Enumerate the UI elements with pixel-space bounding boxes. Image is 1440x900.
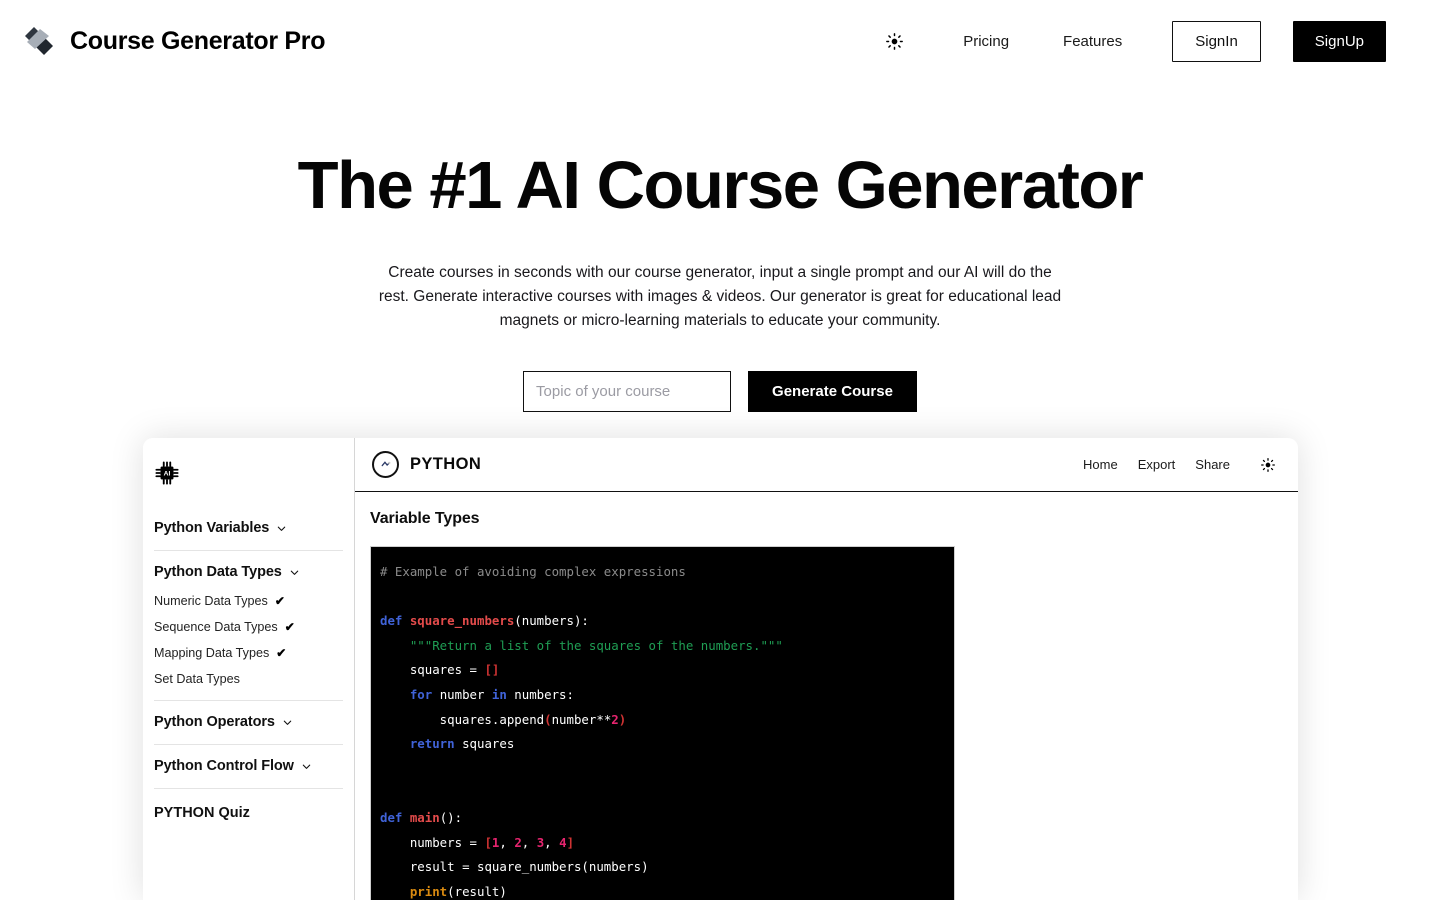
- sidebar-subitem[interactable]: Sequence Data Types ✔: [154, 620, 343, 634]
- preview-sidebar: AI Python Variables Python Data Types Nume…: [143, 438, 355, 900]
- svg-text:AI: AI: [164, 470, 171, 477]
- generate-course-button[interactable]: Generate Course: [748, 371, 917, 412]
- sidebar-group-label: Python Operators: [154, 714, 275, 730]
- sidebar-subitem[interactable]: Set Data Types: [154, 672, 343, 686]
- nav-link-features[interactable]: Features: [1047, 25, 1138, 58]
- python-badge-icon: [372, 451, 399, 478]
- check-icon: ✔: [276, 646, 287, 660]
- sidebar-group-label: Python Variables: [154, 520, 270, 536]
- sidebar-group-header[interactable]: Python Data Types: [154, 564, 343, 580]
- page-title: The #1 AI Course Generator: [297, 148, 1144, 223]
- topic-input[interactable]: [523, 371, 732, 412]
- signup-button[interactable]: SignUp: [1292, 20, 1386, 62]
- check-icon: ✔: [274, 594, 285, 608]
- sidebar-group: Python Data Types Numeric Data Types ✔ Sequ…: [154, 551, 343, 701]
- course-preview-window: AI Python Variables Python Data Types Nume…: [143, 438, 1298, 900]
- sidebar-subitem-label: Mapping Data Types: [154, 646, 270, 660]
- chevron-down-icon: [277, 526, 286, 531]
- pv-nav-export[interactable]: Export: [1138, 457, 1176, 472]
- sun-icon[interactable]: [877, 24, 911, 58]
- sidebar-group-header[interactable]: Python Operators: [154, 714, 343, 730]
- sun-icon[interactable]: [1258, 455, 1278, 475]
- chevron-down-icon: [290, 570, 299, 575]
- code-line: result = square_numbers(numbers): [380, 859, 649, 875]
- code-line: for number in numbers:: [409, 686, 574, 702]
- sidebar-subitem-label: Numeric Data Types: [154, 594, 268, 608]
- sidebar-item-quiz[interactable]: PYTHON Quiz: [154, 789, 343, 821]
- code-line: """Return a list of the squares of the n…: [409, 637, 783, 653]
- brand-name: Course Generator Pro: [70, 26, 326, 55]
- sidebar-group: Python Operators: [154, 701, 343, 745]
- hero-subtitle: Create courses in seconds with our cours…: [378, 264, 1062, 329]
- preview-main: PYTHON Home Export Share Variable Types …: [355, 438, 1298, 900]
- ai-chip-icon: AI: [155, 461, 179, 485]
- content-section-heading: Variable Types: [370, 510, 480, 527]
- preview-topbar: PYTHON Home Export Share: [355, 438, 1298, 492]
- nav-link-pricing[interactable]: Pricing: [947, 25, 1025, 58]
- sidebar-group-header[interactable]: Python Control Flow: [154, 758, 343, 774]
- sidebar-group-label: Python Data Types: [154, 564, 282, 580]
- code-line: print(result): [409, 883, 507, 899]
- hero-section: The #1 AI Course Generator Create course…: [0, 82, 1440, 412]
- sidebar-group-header[interactable]: Python Variables: [154, 520, 343, 536]
- sidebar-group-list: Python Variables Python Data Types Numeric…: [154, 507, 343, 789]
- nav-right-cluster: Pricing Features SignIn SignUp: [877, 20, 1386, 62]
- logo-diamond-icon: [25, 27, 53, 55]
- sidebar-subitem-label: Sequence Data Types: [154, 620, 278, 634]
- code-line: squares = []: [380, 662, 500, 678]
- sidebar-subitem[interactable]: Numeric Data Types ✔: [154, 594, 343, 608]
- course-generator-form: Generate Course: [0, 371, 1440, 412]
- chevron-down-icon: [283, 720, 292, 725]
- code-line: def main():: [380, 809, 463, 825]
- check-icon: ✔: [284, 620, 295, 634]
- sidebar-group: Python Control Flow: [154, 745, 343, 789]
- code-line: # Example of avoiding complex expression…: [380, 564, 686, 579]
- signin-button[interactable]: SignIn: [1172, 20, 1261, 62]
- code-line: return squares: [409, 736, 515, 752]
- pv-nav-share[interactable]: Share: [1195, 457, 1230, 472]
- code-block: # Example of avoiding complex expression…: [370, 546, 955, 900]
- code-line: def square_numbers(numbers):: [380, 613, 589, 629]
- preview-course-title: PYTHON: [410, 455, 482, 473]
- preview-content: Variable Types # Example of avoiding com…: [355, 492, 1298, 900]
- chevron-down-icon: [302, 764, 311, 769]
- top-navigation-bar: Course Generator Pro Pricing Features Si…: [0, 0, 1440, 82]
- code-line: squares.append(number**2): [380, 711, 627, 727]
- sidebar-group-label: Python Control Flow: [154, 758, 294, 774]
- pv-nav-home[interactable]: Home: [1083, 457, 1118, 472]
- code-line: numbers = [1, 2, 3, 4]: [380, 834, 575, 850]
- sidebar-group: Python Variables: [154, 507, 343, 551]
- brand[interactable]: Course Generator Pro: [22, 24, 325, 58]
- sidebar-subitem-list: Numeric Data Types ✔ Sequence Data Types ✔ M…: [154, 594, 343, 686]
- preview-nav: Home Export Share: [1083, 455, 1278, 475]
- sidebar-subitem-label: Set Data Types: [154, 672, 240, 686]
- sidebar-subitem[interactable]: Mapping Data Types ✔: [154, 646, 343, 660]
